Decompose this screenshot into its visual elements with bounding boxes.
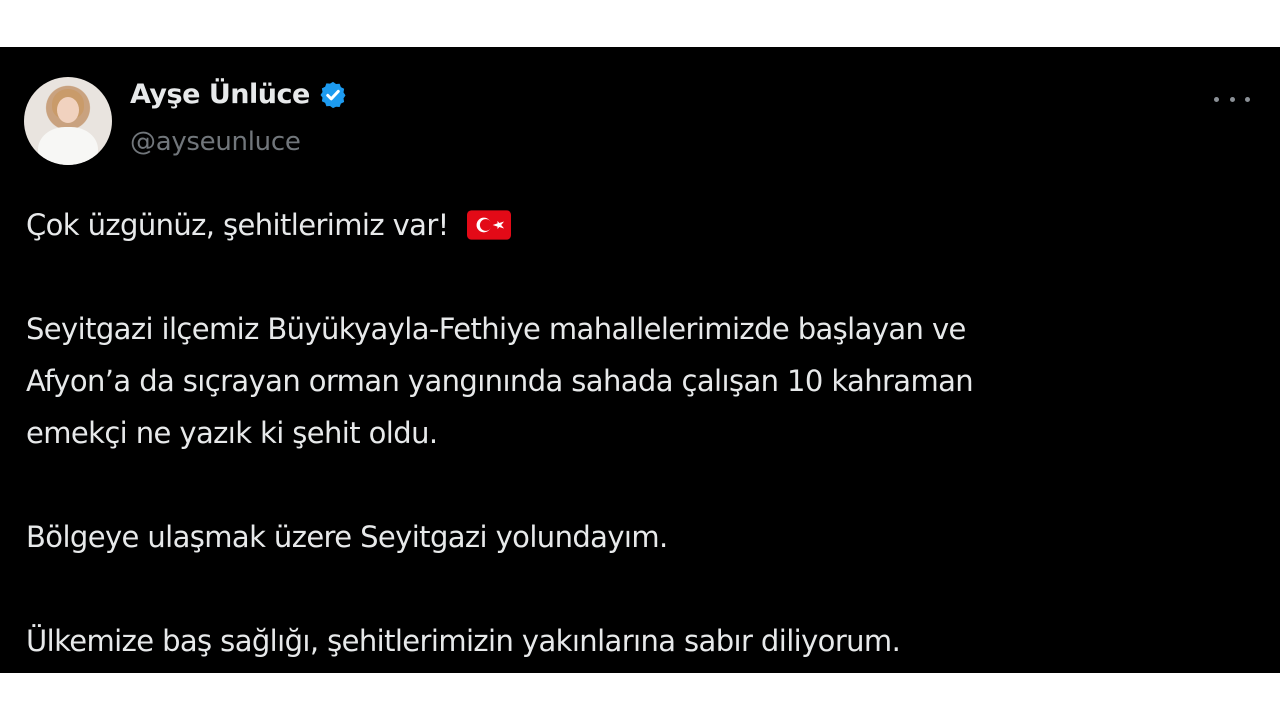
tweet-line: Ülkemize baş sağlığı, şehitlerimizin yak…	[26, 624, 901, 658]
dot	[1229, 96, 1235, 102]
tweet-paragraph: Bölgeye ulaşmak üzere Seyitgazi yolunday…	[26, 511, 1226, 563]
more-options-icon[interactable]	[1214, 87, 1250, 111]
tweet-line: Çok üzgünüz, şehitlerimiz var!	[26, 208, 449, 242]
dot	[1245, 96, 1250, 102]
avatar[interactable]	[24, 77, 112, 165]
avatar-body	[38, 127, 98, 165]
tweet-paragraph: Seyitgazi ilçemiz Büyükyayla-Fethiye mah…	[26, 303, 1226, 459]
tweet-line: Bölgeye ulaşmak üzere Seyitgazi yolunday…	[26, 520, 668, 554]
author-handle[interactable]: @ayseunluce	[130, 127, 301, 157]
tweet-paragraph: Ülkemize baş sağlığı, şehitlerimizin yak…	[26, 615, 1226, 667]
tweet-text: Çok üzgünüz, şehitlerimiz var! Seyitgazi…	[26, 199, 1226, 667]
author-row[interactable]: Ayşe Ünlüce	[130, 79, 348, 110]
author-name[interactable]: Ayşe Ünlüce	[130, 79, 310, 110]
turkey-flag-icon	[467, 210, 512, 240]
tweet-line: Seyitgazi ilçemiz Büyükyayla-Fethiye mah…	[26, 312, 966, 346]
verified-badge-icon	[320, 81, 346, 108]
avatar-face	[57, 97, 79, 123]
tweet-line: emekçi ne yazık ki şehit oldu.	[26, 416, 438, 450]
tweet-line: Afyon’a da sıçrayan orman yangınında sah…	[26, 364, 974, 398]
dot	[1214, 96, 1219, 102]
tweet-paragraph: Çok üzgünüz, şehitlerimiz var!	[26, 199, 1226, 251]
tweet-card: Ayşe Ünlüce @ayseunluce Çok üzgünüz, şeh…	[0, 47, 1280, 673]
